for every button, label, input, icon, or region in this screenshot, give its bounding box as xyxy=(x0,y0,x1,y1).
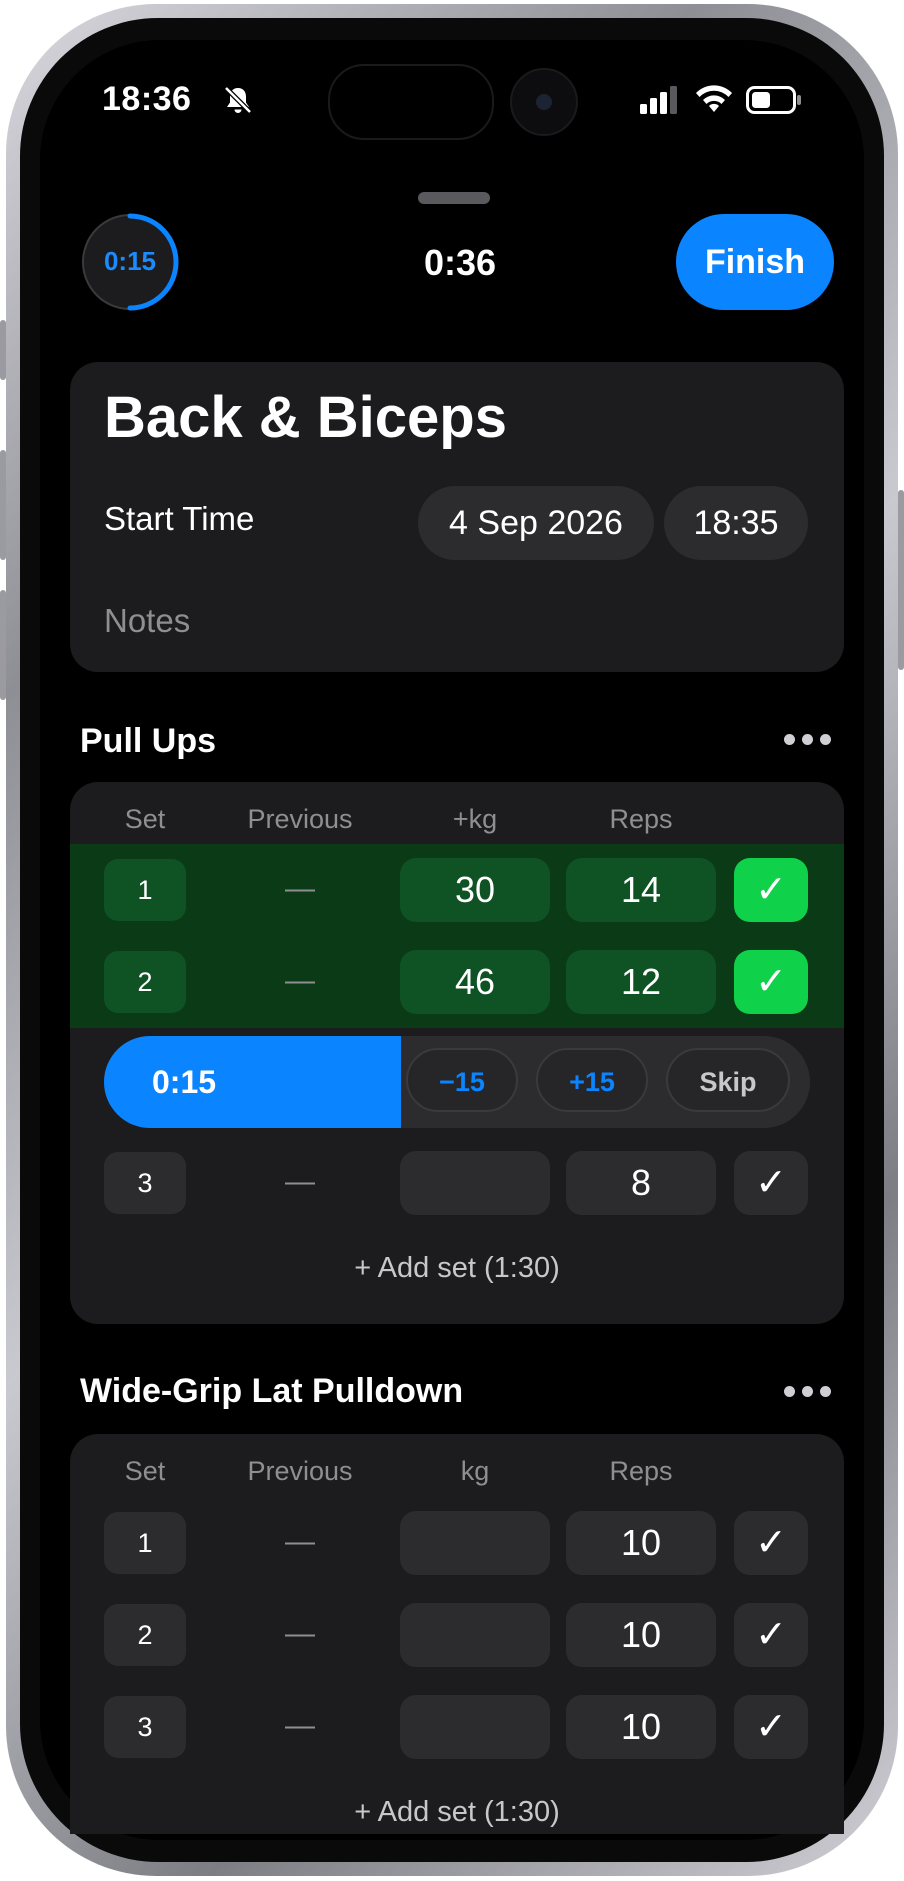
previous-value: — xyxy=(285,1709,315,1742)
exercise-title[interactable]: Wide-Grip Lat Pulldown xyxy=(80,1372,463,1411)
weight-input[interactable]: 46 xyxy=(400,950,550,1014)
weight-input[interactable] xyxy=(400,1603,550,1667)
set-number[interactable]: 2 xyxy=(104,951,186,1013)
previous-value: — xyxy=(285,1617,315,1650)
elapsed-time: 0:36 xyxy=(423,242,497,283)
col-previous: Previous xyxy=(247,804,353,834)
weight-input[interactable]: 30 xyxy=(400,858,550,922)
complete-set-checkbox[interactable]: ✓ xyxy=(734,1603,808,1667)
more-options-icon[interactable] xyxy=(784,1386,832,1398)
exercise-card: Set Previous +kg Reps 1 — 30 14 ✓ 2 — 46… xyxy=(70,782,844,1324)
cellular-signal-icon xyxy=(640,86,677,114)
reps-input[interactable]: 8 xyxy=(566,1151,716,1215)
set-number[interactable]: 3 xyxy=(104,1696,186,1758)
previous-value: — xyxy=(285,964,315,997)
set-number[interactable]: 3 xyxy=(104,1152,186,1214)
reps-input[interactable]: 10 xyxy=(566,1695,716,1759)
reps-input[interactable]: 14 xyxy=(566,858,716,922)
previous-value: — xyxy=(285,872,315,905)
start-time-picker[interactable]: 18:35 xyxy=(664,486,808,560)
set-number[interactable]: 1 xyxy=(104,1512,186,1574)
weight-input[interactable] xyxy=(400,1511,550,1575)
weight-input[interactable] xyxy=(400,1151,550,1215)
exercise-card: Set Previous kg Reps 1 — 10 ✓ 2 — 10 ✓ 3… xyxy=(70,1434,844,1834)
complete-set-checkbox[interactable]: ✓ xyxy=(734,950,808,1014)
previous-value: — xyxy=(285,1525,315,1558)
previous-value: — xyxy=(285,1165,315,1198)
reps-input[interactable]: 10 xyxy=(566,1511,716,1575)
add-set-button[interactable]: + Add set (1:30) xyxy=(70,1252,844,1285)
rest-timer-time: 0:15 xyxy=(152,1064,217,1100)
rest-timer-label: 0:15 xyxy=(103,246,157,276)
more-options-icon[interactable] xyxy=(784,734,832,746)
finish-button[interactable]: Finish xyxy=(676,214,834,310)
rest-skip-button[interactable]: Skip xyxy=(666,1048,790,1112)
sheet-grabber[interactable] xyxy=(418,192,490,204)
rest-timer-progress xyxy=(104,1036,401,1128)
camera-icon xyxy=(510,68,578,136)
col-weight: +kg xyxy=(452,804,498,834)
workout-info-card: Back & Biceps Start Time 4 Sep 2026 18:3… xyxy=(70,362,844,672)
complete-set-checkbox[interactable]: ✓ xyxy=(734,858,808,922)
rest-minus-15-button[interactable]: −15 xyxy=(406,1048,518,1112)
battery-icon xyxy=(746,86,801,114)
notes-field[interactable]: Notes xyxy=(104,602,190,640)
col-previous: Previous xyxy=(247,1456,353,1486)
rest-plus-15-button[interactable]: +15 xyxy=(536,1048,648,1112)
start-date-picker[interactable]: 4 Sep 2026 xyxy=(418,486,654,560)
rest-timer-bar: 0:15 −15 +15 Skip xyxy=(104,1036,810,1128)
reps-input[interactable]: 10 xyxy=(566,1603,716,1667)
reps-input[interactable]: 12 xyxy=(566,950,716,1014)
status-time: 18:36 xyxy=(102,80,192,118)
start-time-label: Start Time xyxy=(104,500,255,537)
col-weight: kg xyxy=(460,1456,490,1486)
col-set: Set xyxy=(124,804,166,834)
workout-title[interactable]: Back & Biceps xyxy=(104,384,507,451)
exercise-title[interactable]: Pull Ups xyxy=(80,722,216,761)
dynamic-island xyxy=(328,64,494,140)
col-reps: Reps xyxy=(609,804,673,834)
bell-slash-icon xyxy=(224,86,252,114)
wifi-icon xyxy=(696,85,732,112)
set-number[interactable]: 2 xyxy=(104,1604,186,1666)
col-set: Set xyxy=(124,1456,166,1486)
complete-set-checkbox[interactable]: ✓ xyxy=(734,1151,808,1215)
add-set-button[interactable]: + Add set (1:30) xyxy=(70,1796,844,1829)
col-reps: Reps xyxy=(609,1456,673,1486)
set-number[interactable]: 1 xyxy=(104,859,186,921)
complete-set-checkbox[interactable]: ✓ xyxy=(734,1695,808,1759)
weight-input[interactable] xyxy=(400,1695,550,1759)
complete-set-checkbox[interactable]: ✓ xyxy=(734,1511,808,1575)
